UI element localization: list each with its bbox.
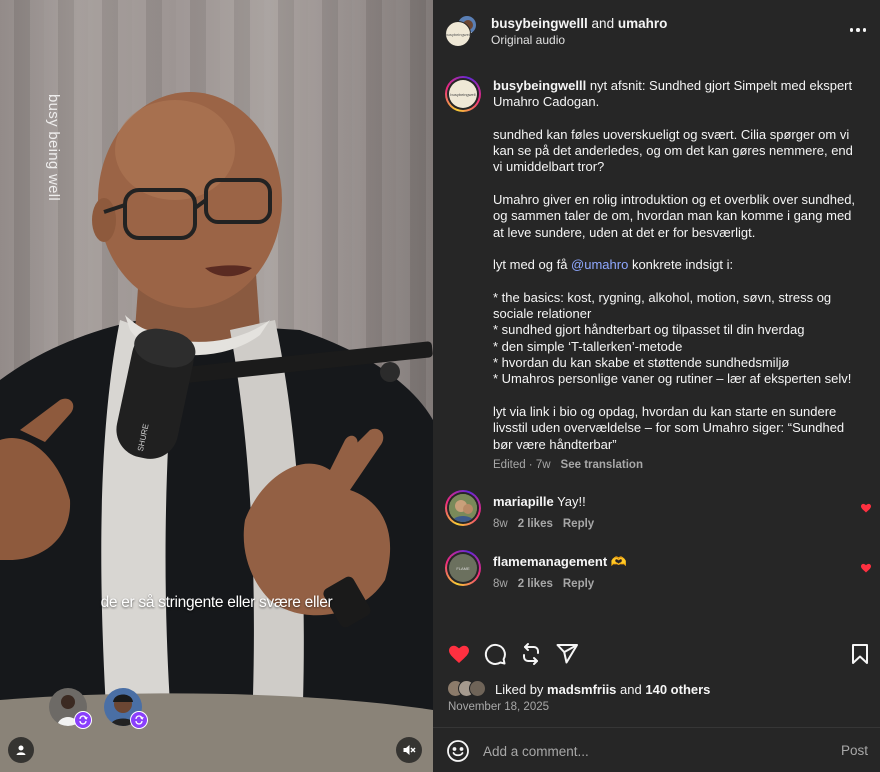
comment-likes-link[interactable]: 2 likes [518,578,553,590]
caption-paragraph-2: Umahro giver en rolig introduktion og et… [493,192,856,240]
post-date: November 18, 2025 [448,701,550,713]
video-caption: de er så stringente eller svære eller [100,594,333,611]
caption-text: lyt med og få [493,257,572,273]
comment-time: 8w [493,518,508,531]
avatar[interactable]: FLAME [445,550,481,586]
author-link[interactable]: busybeingwelll [491,16,588,31]
caption-text: konkrete indsigt i: [628,257,734,273]
caption-bullet: * den simple ‘T-tallerken’-metode [493,338,683,354]
likes-summary[interactable]: Liked by madsmfriis and 140 others [447,680,710,698]
comment-username[interactable]: flamemanagement [493,554,607,569]
caption-paragraph-4: lyt via link i bio og opdag, hvordan du … [493,403,845,452]
avatar-text: busybeingwell [449,80,477,108]
share-button[interactable] [553,640,581,668]
video-watermark: busy being well [45,94,62,202]
liker-avatars [447,680,493,698]
caption-bullets: * the basics: kost, rygning, alkohol, mo… [493,290,863,388]
comment-text: 🫶 [610,554,627,569]
remix-icon [130,711,148,729]
comments-section[interactable]: busybeingwell busybeingwelll nyt afsnit:… [433,62,880,632]
repost-icon [523,643,539,665]
avatar[interactable] [445,490,481,526]
comment-input[interactable] [483,742,813,760]
comment-time: 8w [493,578,508,591]
avatar: busybeingwell [445,21,471,47]
post-comment-button[interactable]: Post [841,743,868,758]
comment-button[interactable] [481,640,509,668]
authors-joiner: and [591,16,615,31]
post-actions [433,640,880,670]
liker-username[interactable]: madsmfriis [547,682,616,697]
save-button[interactable] [846,640,874,668]
likes-prefix: Liked by [495,681,544,697]
likes-joiner: and [620,681,642,697]
share-icon [556,644,578,664]
caption-username[interactable]: busybeingwelll [493,78,586,93]
more-icon[interactable] [846,22,870,38]
coauthor-link[interactable]: umahro [618,16,668,31]
see-translation-link[interactable]: See translation [561,459,643,471]
remix-icon [74,711,92,729]
likes-text: Liked by madsmfriis and 140 others [495,682,710,697]
emoji-icon[interactable] [446,739,470,763]
mute-button[interactable] [396,737,422,763]
caption-paragraph-1: sundhed kan føles uoverskueligt og svært… [493,126,853,175]
caption-bullet: * sundhed gjort håndterbart og tilpasset… [493,322,805,338]
video-player[interactable]: SHURE busy being well de er så stringent… [0,0,433,772]
bookmark-icon [852,644,868,664]
caption-bullet: * hvordan du kan skabe et støttende sund… [493,355,790,371]
video-frame-illustration: SHURE [0,92,433,772]
add-comment-bar: Post [433,727,880,772]
likes-others-link[interactable]: 140 others [645,682,710,697]
post-header: busybeingwell busybeingwelll and umahro … [433,0,880,62]
post-panel: busybeingwell busybeingwelll and umahro … [433,0,880,772]
header-avatars[interactable]: busybeingwell [445,15,479,49]
post-authors: busybeingwelll and umahro [491,15,667,32]
comment-icon [484,643,506,665]
audio-link[interactable]: Original audio [491,33,565,47]
reply-button[interactable]: Reply [563,578,594,590]
comment-like-heart-icon[interactable] [860,562,872,574]
comment-likes-link[interactable]: 2 likes [518,518,553,530]
caption-paragraph-3: lyt med og få @umahro konkrete indsigt i… [493,257,863,273]
avatar[interactable]: busybeingwell [445,76,481,112]
reply-button[interactable]: Reply [563,518,594,530]
caption-bullet: * the basics: kost, rygning, alkohol, mo… [493,289,832,322]
repost-button[interactable] [517,640,545,668]
like-button[interactable] [445,640,473,668]
mention-link[interactable]: @umahro [571,257,628,272]
user-icon [16,745,26,755]
muted-speaker-icon [403,745,416,755]
comment-username[interactable]: mariapille [493,494,554,509]
heart-filled-icon [449,645,469,663]
comment-text: Yay!! [557,494,586,509]
tagged-users-button[interactable] [8,737,34,763]
edited-timestamp: Edited · 7w [493,458,551,471]
avatar [469,680,486,697]
caption-meta: Edited · 7w See translation [493,457,863,473]
avatar-text: FLAME [449,554,477,582]
comment-like-heart-icon[interactable] [860,502,872,514]
caption-bullet: * Umahros personlige vaner og rutiner – … [493,371,852,387]
